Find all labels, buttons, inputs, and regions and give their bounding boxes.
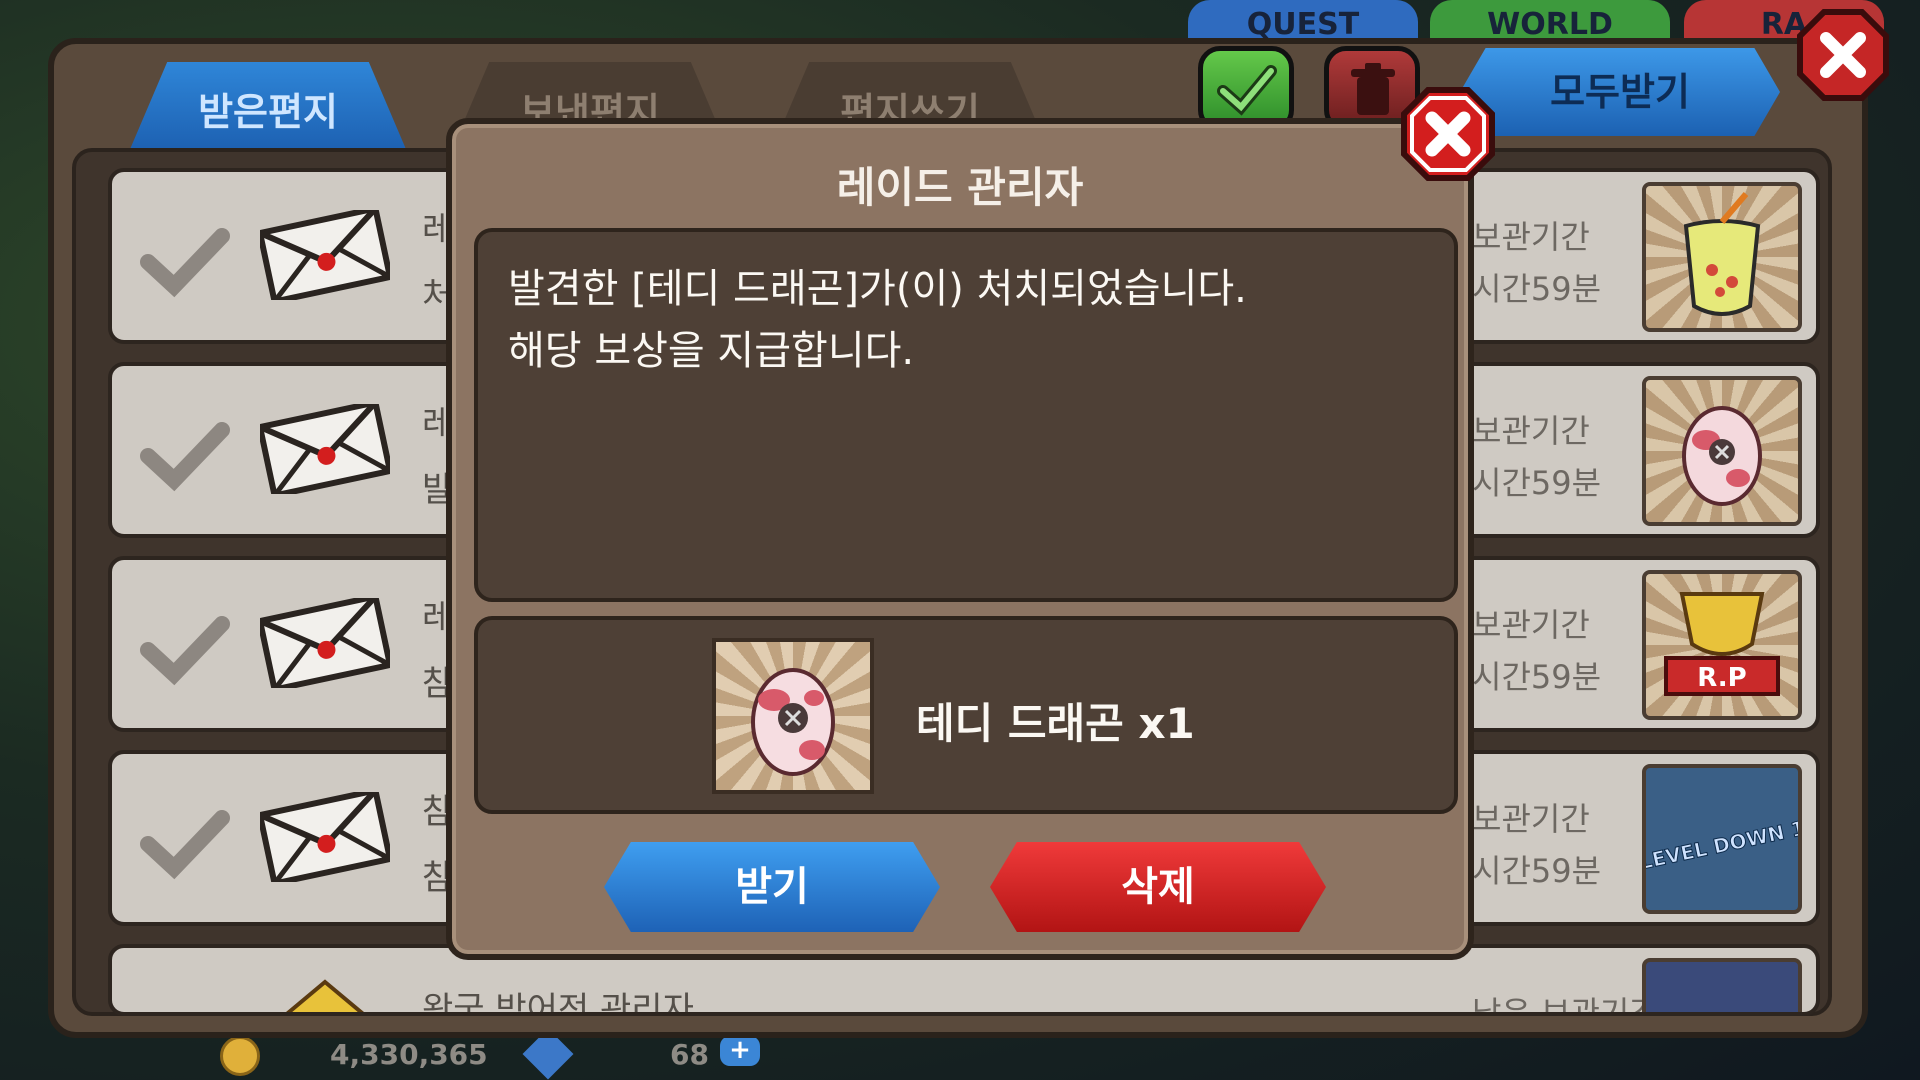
mail-detail-dialog: 레이드 관리자 발견한 [테디 드래곤]가(이) 처치되었습니다. 해당 보상을…: [446, 118, 1474, 960]
reward-box: 테디 드래곤 x1: [474, 616, 1458, 814]
close-dialog-icon[interactable]: [1400, 86, 1496, 182]
receive-button[interactable]: 받기: [604, 842, 940, 932]
message-box: 발견한 [테디 드래곤]가(이) 처치되었습니다. 해당 보상을 지급합니다.: [474, 228, 1458, 602]
delete-button[interactable]: 삭제: [990, 842, 1326, 932]
message-line-1: 발견한 [테디 드래곤]가(이) 처치되었습니다.: [508, 266, 1247, 312]
reward-text: 테디 드래곤 x1: [916, 699, 1195, 748]
message-line-2: 해당 보상을 지급합니다.: [508, 328, 915, 374]
dialog-title: 레이드 관리자: [836, 163, 1084, 212]
teddy-dragon-egg-icon: [712, 638, 874, 794]
